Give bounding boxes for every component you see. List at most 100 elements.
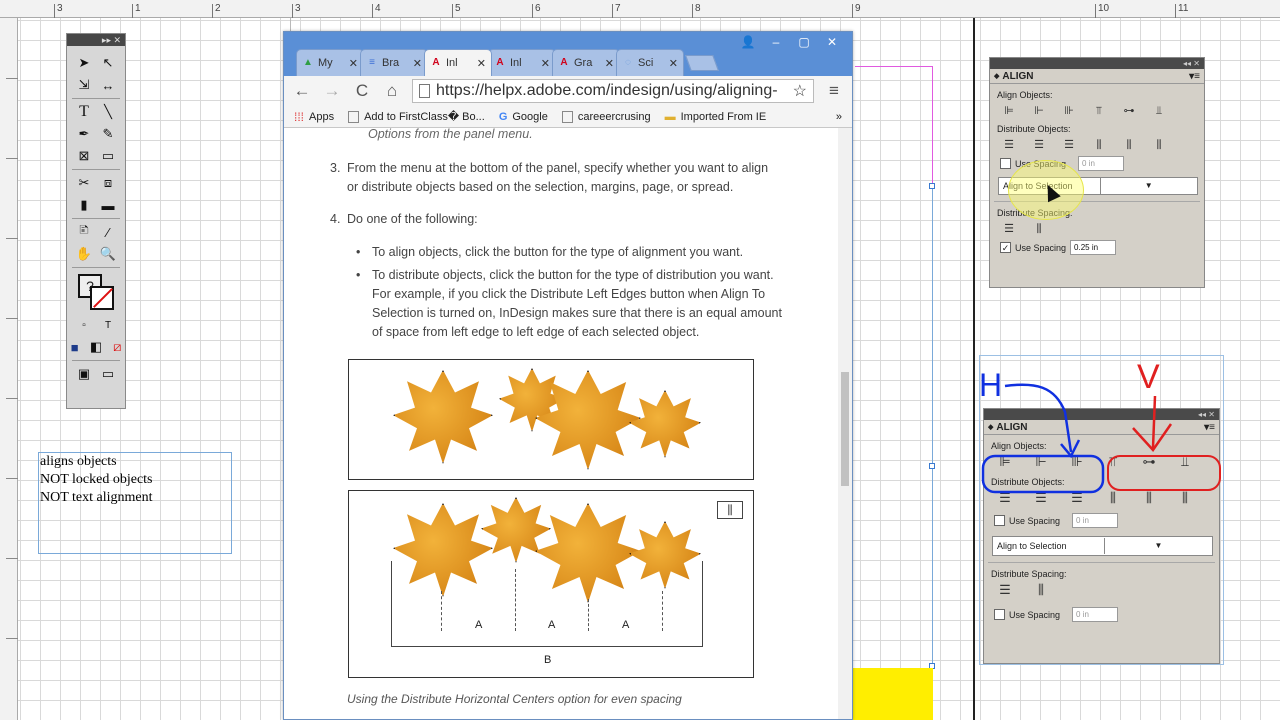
selection-icon[interactable]: ➤: [75, 54, 93, 72]
panel-menu-icon[interactable]: ▾≡: [1189, 71, 1200, 82]
direct-selection-icon[interactable]: ↖: [99, 54, 117, 72]
maximize-button[interactable]: ▢: [790, 34, 818, 50]
gap-tool-icon[interactable]: ↔: [99, 76, 117, 94]
zoom-icon[interactable]: 🔍: [99, 245, 117, 263]
rectangle-icon[interactable]: ▭: [99, 147, 117, 165]
apply-color-icon[interactable]: ■: [67, 338, 82, 356]
use-spacing-checkbox-checked[interactable]: ✓: [1000, 242, 1011, 253]
use-spacing-checkbox[interactable]: [994, 609, 1005, 620]
apply-none-icon[interactable]: ⧄: [110, 338, 125, 356]
bookmark-google[interactable]: G Google: [499, 111, 548, 123]
spacing-label-a: A: [622, 619, 630, 631]
bookmark-item[interactable]: Add to FirstClass� Bo...: [348, 110, 485, 123]
distribute-vertical-centers-icon[interactable]: ☰: [1030, 138, 1048, 152]
align-top-edges-icon[interactable]: ⫪: [1090, 104, 1108, 118]
align-vertical-centers-icon[interactable]: ⊶: [1120, 104, 1138, 118]
distribute-vertical-space-icon[interactable]: ☰: [994, 583, 1016, 599]
chevron-down-icon[interactable]: ▼: [1104, 538, 1212, 554]
new-tab-button[interactable]: [685, 55, 719, 71]
scissors-icon[interactable]: ✂: [75, 174, 93, 192]
panel-collapse-icon[interactable]: ◆: [994, 72, 999, 80]
formatting-text-icon[interactable]: T: [99, 316, 117, 334]
tab-close-icon[interactable]: ✕: [349, 57, 358, 70]
scrollbar[interactable]: [838, 128, 852, 719]
address-bar[interactable]: https://helpx.adobe.com/indesign/using/a…: [412, 79, 814, 103]
minimize-button[interactable]: –: [762, 34, 790, 50]
pen-tool-icon[interactable]: ✒: [75, 125, 93, 143]
align-bottom-edges-icon[interactable]: ⫫: [1150, 104, 1168, 118]
tab-close-icon[interactable]: ✕: [669, 57, 678, 70]
spacing-input[interactable]: 0.25 in: [1070, 240, 1117, 255]
text-frame[interactable]: aligns objects NOT locked objects NOT te…: [38, 452, 232, 554]
type-tool-icon[interactable]: T: [75, 103, 93, 121]
gradient-swatch-icon[interactable]: ▮: [75, 196, 93, 214]
stroke-swatch[interactable]: [90, 286, 114, 310]
panel-title[interactable]: ALIGN: [1002, 71, 1189, 82]
bookmark-folder[interactable]: ▬ Imported From IE: [665, 111, 767, 123]
normal-view-icon[interactable]: ▣: [75, 365, 93, 383]
fill-stroke-swatches[interactable]: ?: [76, 272, 116, 312]
distribute-vertical-space-icon[interactable]: ☰: [1000, 222, 1018, 236]
distribute-bottom-edges-icon[interactable]: ☰: [1060, 138, 1078, 152]
tab-close-icon[interactable]: ✕: [413, 57, 422, 70]
align-horizontal-centers-icon[interactable]: ⊩: [1030, 104, 1048, 118]
gradient-feather-icon[interactable]: ▬: [99, 196, 117, 214]
chevron-down-icon[interactable]: ▼: [1099, 178, 1198, 194]
panel-controls[interactable]: ◂◂ ✕: [990, 58, 1204, 69]
page-tool-icon[interactable]: ⇲: [75, 76, 93, 94]
browser-tab[interactable]: ◌ Sci ✕: [616, 49, 684, 76]
tab-close-icon[interactable]: ✕: [605, 57, 614, 70]
back-button[interactable]: ←: [292, 81, 312, 101]
selection-handle[interactable]: [929, 183, 935, 189]
browser-tab[interactable]: A Inl ✕: [488, 49, 556, 76]
spacing-input[interactable]: 0 in: [1072, 513, 1119, 528]
use-spacing-label: Use Spacing: [1015, 242, 1067, 253]
eyedropper-icon[interactable]: ⁄: [99, 223, 117, 241]
reload-button[interactable]: C: [352, 81, 372, 101]
distribute-horizontal-centers-icon[interactable]: ⫼: [1120, 138, 1138, 152]
home-button[interactable]: ⌂: [382, 81, 402, 101]
yellow-rectangle[interactable]: [853, 668, 933, 720]
use-spacing-checkbox[interactable]: [1000, 158, 1011, 169]
hand-icon[interactable]: ✋: [75, 245, 93, 263]
scroll-thumb[interactable]: [841, 372, 849, 486]
free-transform-icon[interactable]: ⧈: [99, 174, 117, 192]
note-icon[interactable]: 🗈: [75, 222, 93, 241]
pencil-icon[interactable]: ✎: [99, 125, 117, 143]
spacing-input[interactable]: 0 in: [1072, 607, 1119, 622]
line-tool-icon[interactable]: ╲: [99, 103, 117, 121]
align-left-edges-icon[interactable]: ⊫: [1000, 104, 1018, 118]
distribute-horizontal-space-icon[interactable]: ⫼: [1030, 222, 1048, 236]
bookmark-star-icon[interactable]: ☆: [793, 81, 807, 101]
selection-handle[interactable]: [929, 463, 935, 469]
partial-line: Options from the panel menu.: [368, 128, 533, 141]
user-icon[interactable]: 👤: [734, 34, 762, 50]
browser-tab[interactable]: ▲ My ✕: [296, 49, 364, 76]
close-window-button[interactable]: ✕: [818, 34, 846, 50]
use-spacing-checkbox[interactable]: [994, 515, 1005, 526]
browser-tab[interactable]: A Gra ✕: [552, 49, 620, 76]
distribute-top-edges-icon[interactable]: ☰: [1000, 138, 1018, 152]
screen-mode-icon[interactable]: ▭: [99, 365, 117, 383]
tools-panel-controls[interactable]: ▸▸ ✕: [67, 34, 125, 46]
ruler-label: 10: [1098, 3, 1110, 14]
spacing-input[interactable]: 0 in: [1078, 156, 1125, 171]
distribute-right-edges-icon[interactable]: ⫼: [1150, 138, 1168, 152]
apply-gradient-icon[interactable]: ◧: [88, 338, 103, 356]
align-to-dropdown[interactable]: Align to Selection ▼: [992, 536, 1213, 556]
forward-button[interactable]: →: [322, 81, 342, 101]
formatting-container-icon[interactable]: ▫: [75, 316, 93, 334]
bookmarks-overflow[interactable]: »: [836, 111, 842, 123]
browser-window: 👤 – ▢ ✕ ▲ My ✕ ≡ Bra ✕ A Inl ✕ A Inl ✕ A…: [283, 31, 853, 720]
align-right-edges-icon[interactable]: ⊪: [1060, 104, 1078, 118]
tab-close-icon[interactable]: ✕: [541, 57, 550, 70]
menu-icon[interactable]: ≡: [824, 81, 844, 101]
browser-tab-active[interactable]: A Inl ✕: [424, 49, 492, 76]
bookmark-apps[interactable]: ⁞⁞⁞ Apps: [294, 110, 334, 124]
browser-tab[interactable]: ≡ Bra ✕: [360, 49, 428, 76]
distribute-left-edges-icon[interactable]: ⫼: [1090, 138, 1108, 152]
tab-close-icon[interactable]: ✕: [477, 57, 486, 70]
bookmark-item[interactable]: careeercrusing: [561, 110, 651, 123]
distribute-horizontal-space-icon[interactable]: ⫼: [1030, 583, 1052, 599]
rectangle-frame-icon[interactable]: ⊠: [75, 147, 93, 165]
